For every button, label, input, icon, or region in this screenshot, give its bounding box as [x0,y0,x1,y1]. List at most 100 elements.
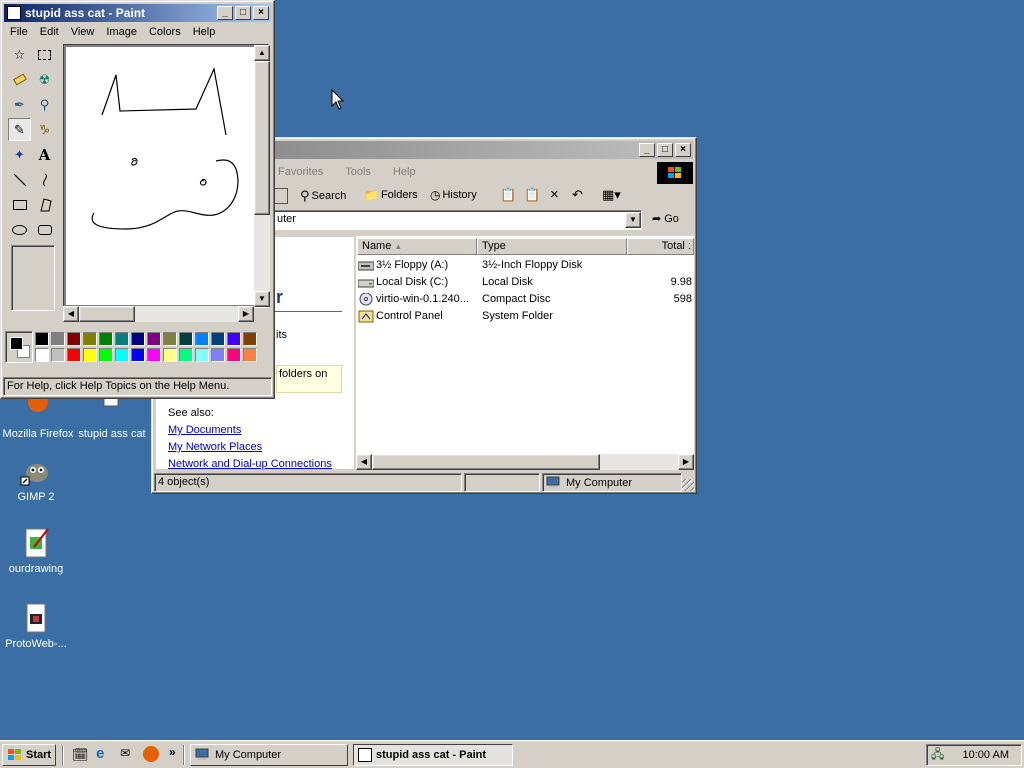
delete-icon[interactable]: × [550,186,559,203]
palette-swatch[interactable] [243,348,257,362]
palette-swatch[interactable] [35,332,49,346]
palette-swatch[interactable] [131,332,145,346]
scroll-left-button[interactable]: ◀ [63,306,79,322]
palette-swatch[interactable] [195,332,209,346]
scroll-thumb[interactable] [372,454,600,470]
go-button[interactable]: ➦ Go [652,212,679,226]
palette-swatch[interactable] [179,348,193,362]
eraser-icon[interactable] [8,68,31,91]
maximize-button[interactable]: □ [235,6,251,20]
rect-select-icon[interactable] [33,43,56,66]
start-button[interactable]: Start [2,744,56,766]
palette-swatch[interactable] [243,332,257,346]
desktop-icon-stupid-ass-cat[interactable]: stupid ass cat [72,391,152,440]
menu-file[interactable]: File [4,24,34,40]
palette-swatch[interactable] [131,348,145,362]
search-button[interactable]: ⚲ Search [300,188,346,204]
menu-help[interactable]: Help [187,24,222,40]
palette-swatch[interactable] [67,332,81,346]
task-my-computer[interactable]: My Computer [190,744,348,766]
menu-colors[interactable]: Colors [143,24,187,40]
ellipse-icon[interactable] [8,218,31,241]
palette-swatch[interactable] [115,332,129,346]
palette-swatch[interactable] [163,348,177,362]
task-paint[interactable]: stupid ass cat - Paint [353,744,513,766]
address-field[interactable]: uter [272,210,642,230]
desktop-icon-protoweb[interactable]: ProtoWeb-... [0,602,76,650]
menu-edit[interactable]: Edit [34,24,65,40]
palette-swatch[interactable] [51,332,65,346]
link-network-dialup[interactable]: Network and Dial-up Connections [168,458,332,470]
history-button[interactable]: ◷ History [430,188,477,202]
column-header-type[interactable]: Type [477,238,627,255]
text-tool-icon[interactable]: A [33,143,56,166]
scroll-down-button[interactable]: ▼ [254,291,270,307]
palette-swatch[interactable] [115,348,129,362]
scroll-up-button[interactable]: ▲ [254,45,270,61]
menu-tools[interactable]: Tools [339,164,377,180]
scroll-right-button[interactable]: ▶ [678,454,694,470]
palette-swatch[interactable] [147,332,161,346]
free-select-icon[interactable]: ☆ [8,43,31,66]
palette-swatch[interactable] [99,332,113,346]
rectangle-icon[interactable] [8,193,31,216]
firefox-quicklaunch-icon[interactable] [143,746,159,762]
menu-favorites[interactable]: Favorites [272,164,329,180]
network-tray-icon[interactable]: 🖧 [931,745,944,766]
palette-swatch[interactable] [35,348,49,362]
pencil-icon[interactable]: ✎ [8,118,31,141]
line-icon[interactable] [8,168,31,191]
show-desktop-icon[interactable]: 🗓 [72,747,89,763]
palette-swatch[interactable] [67,348,81,362]
close-button[interactable]: × [253,6,269,20]
desktop-icon-firefox[interactable]: Mozilla Firefox [0,392,78,440]
quicklaunch-more-button[interactable]: » [169,745,176,759]
maximize-button[interactable]: □ [657,143,673,157]
canvas-vertical-scrollbar[interactable]: ▲ ▼ [254,45,270,307]
desktop-icon-gimp[interactable]: GIMP 2 [0,455,76,503]
link-my-documents[interactable]: My Documents [168,424,241,436]
airbrush-icon[interactable]: ✦ [8,143,31,166]
rounded-rect-icon[interactable] [33,218,56,241]
link-my-network-places[interactable]: My Network Places [168,441,262,453]
resize-grip-icon[interactable] [682,479,694,491]
palette-swatch[interactable] [211,348,225,362]
tool-options-box[interactable] [11,245,55,311]
list-item-control-panel[interactable]: Control Panel System Folder [356,308,694,325]
fill-bucket-icon[interactable]: ☢ [33,68,56,91]
scroll-thumb[interactable] [79,306,135,322]
list-item-compact-disc[interactable]: virtio-win-0.1.240... Compact Disc 598 [356,291,694,308]
move-to-icon[interactable]: 📋 [500,187,516,203]
palette-swatch[interactable] [227,348,241,362]
views-icon[interactable]: ▦▾ [602,187,621,203]
address-dropdown-button[interactable]: ▼ [625,212,641,228]
desktop-icon-ourdrawing[interactable]: ourdrawing [0,527,76,575]
palette-swatch[interactable] [195,348,209,362]
menu-image[interactable]: Image [100,24,143,40]
palette-swatch[interactable] [227,332,241,346]
outlook-express-icon[interactable]: ✉ [120,746,136,762]
menu-view[interactable]: View [65,24,101,40]
magnifier-icon[interactable]: ⚲ [33,93,56,116]
palette-swatch[interactable] [163,332,177,346]
brush-icon[interactable]: ♑ [33,118,56,141]
undo-icon[interactable]: ↶ [572,187,583,203]
menu-help[interactable]: Help [387,164,422,180]
minimize-button[interactable]: _ [217,6,233,20]
paint-titlebar[interactable]: stupid ass cat - Paint _ □ × [4,4,271,22]
curve-icon[interactable] [33,168,56,191]
color-picker-icon[interactable]: ✒ [8,93,31,116]
column-header-name[interactable]: Name ▲ [357,238,477,255]
palette-swatch[interactable] [211,332,225,346]
list-horizontal-scrollbar[interactable]: ◀ ▶ [356,454,694,470]
internet-explorer-icon[interactable]: e [96,745,112,762]
drawing-canvas[interactable] [66,47,255,305]
palette-swatch[interactable] [51,348,65,362]
list-item-local-disk[interactable]: Local Disk (C:) Local Disk 9.98 [356,274,694,291]
copy-to-icon[interactable]: 📋 [524,187,540,203]
palette-swatch[interactable] [83,348,97,362]
scroll-right-button[interactable]: ▶ [238,306,254,322]
canvas-horizontal-scrollbar[interactable]: ◀ ▶ [63,306,254,322]
column-header-total[interactable]: Total : [627,238,694,255]
current-colors[interactable] [5,331,33,363]
